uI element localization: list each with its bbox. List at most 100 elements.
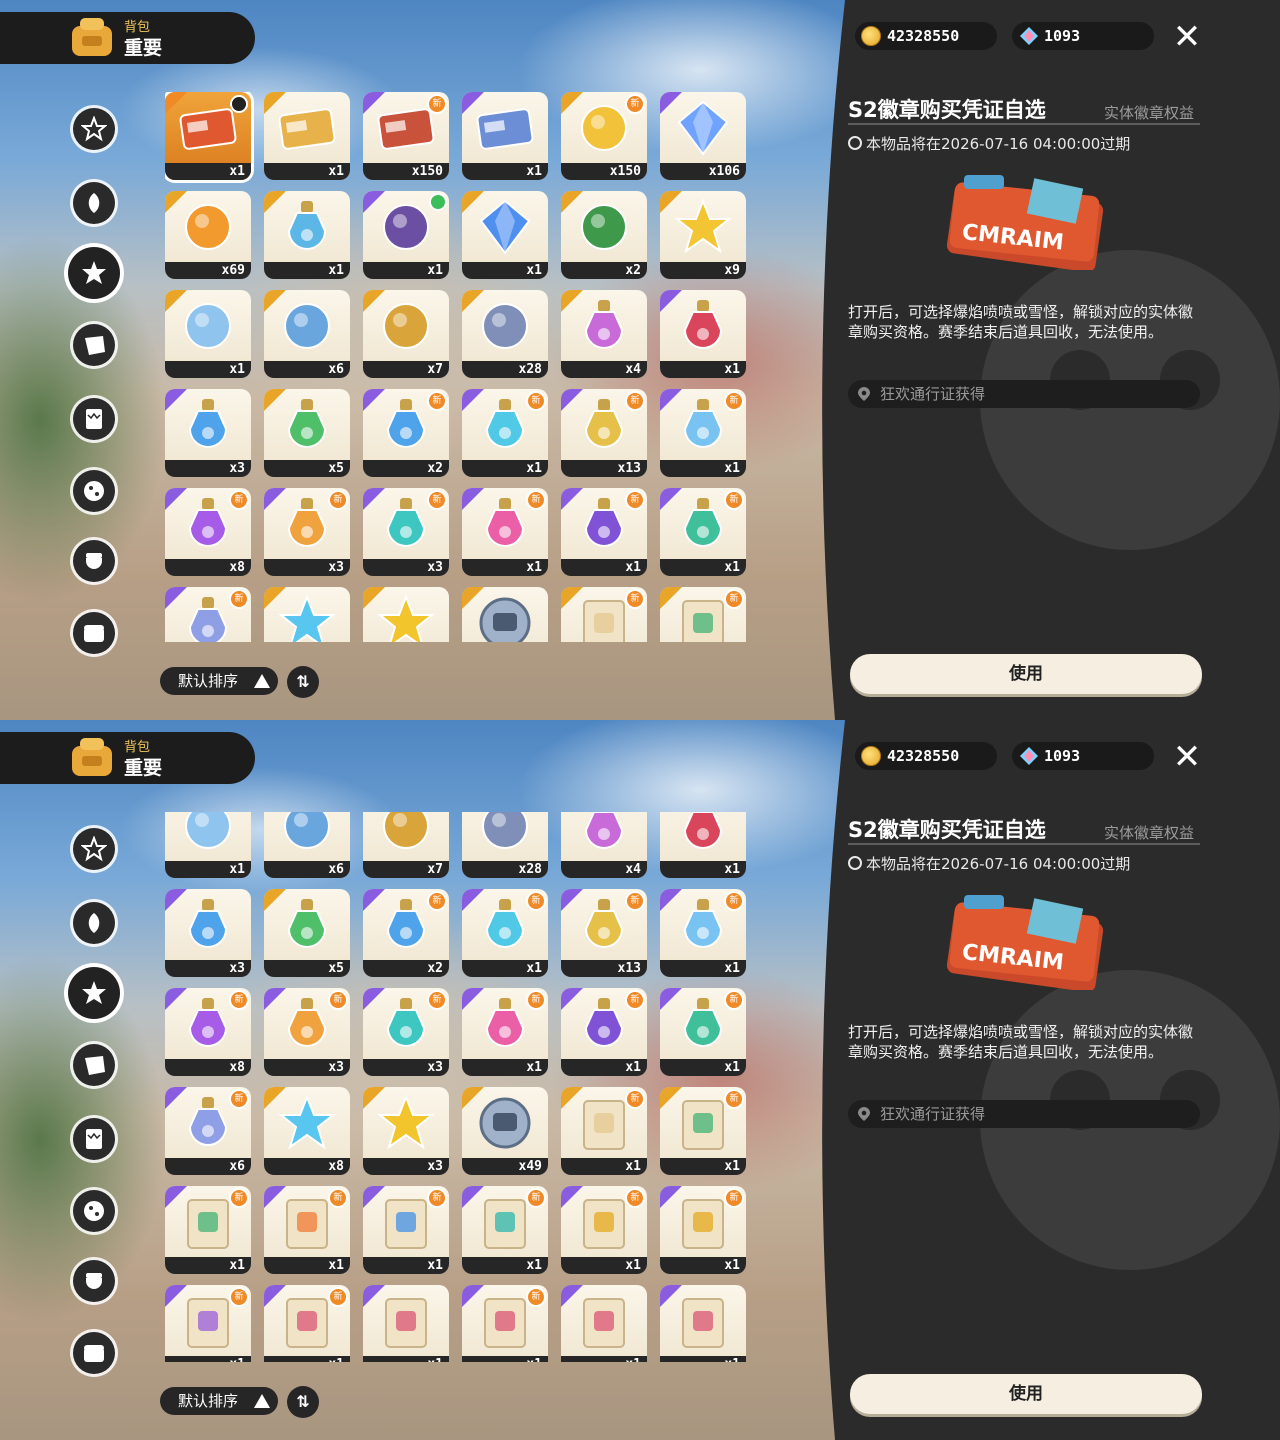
item-slot[interactable]: x7 [363, 290, 449, 378]
item-slot[interactable]: x3 [363, 1087, 449, 1175]
category-gem-star-icon[interactable] [68, 247, 120, 299]
item-slot[interactable]: x8 新 [165, 488, 251, 576]
item-slot[interactable]: x3 新 [363, 988, 449, 1076]
item-slot[interactable]: x28 [462, 290, 548, 378]
item-slot[interactable]: x9 [660, 191, 746, 279]
item-slot[interactable]: x6 [264, 290, 350, 378]
category-dice-icon[interactable] [73, 470, 115, 512]
item-slot[interactable]: x4 [561, 290, 647, 378]
item-slot[interactable]: 新 [165, 587, 251, 642]
item-slot[interactable]: x106 [660, 92, 746, 180]
item-slot[interactable]: x1 新 [660, 889, 746, 977]
item-slot[interactable]: x1 新 [462, 1186, 548, 1274]
category-chest-icon[interactable] [73, 612, 115, 654]
close-icon[interactable]: ✕ [1170, 740, 1204, 774]
item-slot[interactable]: x3 新 [264, 988, 350, 1076]
item-slot[interactable]: x1 新 [462, 889, 548, 977]
category-crown-card-icon[interactable] [73, 398, 115, 440]
item-slot[interactable]: x5 [264, 889, 350, 977]
category-fragment-icon[interactable] [73, 1044, 115, 1086]
item-slot[interactable]: x13 新 [561, 389, 647, 477]
item-slot[interactable]: x3 [165, 889, 251, 977]
item-slot[interactable]: x1 [165, 812, 251, 878]
item-slot[interactable]: x2 新 [363, 889, 449, 977]
item-slot[interactable]: x3 [165, 389, 251, 477]
item-slot[interactable]: x1 [462, 191, 548, 279]
item-slot[interactable]: x2 [561, 191, 647, 279]
item-slot[interactable]: x1 [264, 92, 350, 180]
item-slot[interactable]: x1 [165, 92, 251, 180]
item-slot[interactable]: x3 新 [264, 488, 350, 576]
use-button[interactable]: 使用 [850, 1374, 1202, 1414]
category-dice-icon[interactable] [73, 1190, 115, 1232]
item-slot[interactable]: x1 新 [660, 389, 746, 477]
item-slot[interactable]: x8 新 [165, 988, 251, 1076]
item-slot[interactable]: x1 新 [363, 1186, 449, 1274]
item-slot[interactable]: x1 [660, 290, 746, 378]
item-slot[interactable]: x3 新 [363, 488, 449, 576]
item-slot[interactable]: x13 新 [561, 889, 647, 977]
item-slot[interactable]: x1 新 [165, 1186, 251, 1274]
use-button[interactable]: 使用 [850, 654, 1202, 694]
item-slot[interactable]: x1 [660, 812, 746, 878]
new-badge: 新 [724, 1188, 744, 1208]
sort-order-toggle-icon[interactable]: ⇅ [287, 1386, 319, 1418]
item-slot[interactable]: x1 新 [462, 389, 548, 477]
sort-dropdown[interactable]: 默认排序 [160, 667, 278, 695]
category-acorn-icon[interactable] [73, 1260, 115, 1302]
item-slot[interactable]: x1 新 [660, 488, 746, 576]
sort-dropdown[interactable]: 默认排序 [160, 1387, 278, 1415]
item-slot[interactable]: x28 [462, 812, 548, 878]
item-slot[interactable]: x1 新 [462, 488, 548, 576]
item-slot[interactable]: x4 [561, 812, 647, 878]
item-slot[interactable]: x1 新 [561, 1186, 647, 1274]
item-slot[interactable]: x1 [363, 1285, 449, 1362]
item-slot[interactable] [264, 587, 350, 642]
category-crown-card-icon[interactable] [73, 1118, 115, 1160]
item-slot[interactable]: x1 [660, 1285, 746, 1362]
item-slot[interactable]: x1 新 [561, 1087, 647, 1175]
item-slot[interactable]: x1 [462, 92, 548, 180]
item-slot[interactable]: x6 [264, 812, 350, 878]
item-slot[interactable]: x1 [264, 191, 350, 279]
item-slot[interactable]: x1 新 [561, 488, 647, 576]
item-slot[interactable]: x7 [363, 812, 449, 878]
item-tag[interactable]: 实体徽章权益 [1104, 822, 1194, 843]
item-slot[interactable] [462, 587, 548, 642]
item-slot[interactable]: x1 新 [264, 1186, 350, 1274]
close-icon[interactable]: ✕ [1170, 20, 1204, 54]
item-slot[interactable]: x1 新 [165, 1285, 251, 1362]
item-slot[interactable]: x1 [363, 191, 449, 279]
item-slot[interactable]: x150 新 [363, 92, 449, 180]
item-slot[interactable]: x6 新 [165, 1087, 251, 1175]
item-slot[interactable]: x1 新 [660, 988, 746, 1076]
item-count: x6 [229, 1159, 245, 1174]
category-acorn-icon[interactable] [73, 540, 115, 582]
item-slot[interactable]: x1 新 [660, 1186, 746, 1274]
item-slot[interactable]: x1 [561, 1285, 647, 1362]
item-slot[interactable]: x5 [264, 389, 350, 477]
sort-order-toggle-icon[interactable]: ⇅ [287, 666, 319, 698]
item-slot[interactable] [363, 587, 449, 642]
category-star-icon[interactable] [73, 108, 115, 150]
item-slot[interactable]: x150 新 [561, 92, 647, 180]
category-leaf-icon[interactable] [73, 182, 115, 224]
category-chest-icon[interactable] [73, 1332, 115, 1374]
item-slot[interactable]: x1 [165, 290, 251, 378]
item-slot[interactable]: x69 [165, 191, 251, 279]
item-slot[interactable]: x1 新 [561, 988, 647, 1076]
item-slot[interactable]: 新 [561, 587, 647, 642]
category-gem-star-icon[interactable] [68, 967, 120, 1019]
item-slot[interactable]: 新 [660, 587, 746, 642]
item-slot[interactable]: x1 新 [264, 1285, 350, 1362]
item-slot[interactable]: x1 新 [660, 1087, 746, 1175]
category-star-icon[interactable] [73, 828, 115, 870]
category-leaf-icon[interactable] [73, 902, 115, 944]
item-tag[interactable]: 实体徽章权益 [1104, 102, 1194, 123]
item-slot[interactable]: x49 [462, 1087, 548, 1175]
item-slot[interactable]: x1 新 [462, 1285, 548, 1362]
category-fragment-icon[interactable] [73, 324, 115, 366]
item-slot[interactable]: x2 新 [363, 389, 449, 477]
item-slot[interactable]: x8 [264, 1087, 350, 1175]
item-slot[interactable]: x1 新 [462, 988, 548, 1076]
